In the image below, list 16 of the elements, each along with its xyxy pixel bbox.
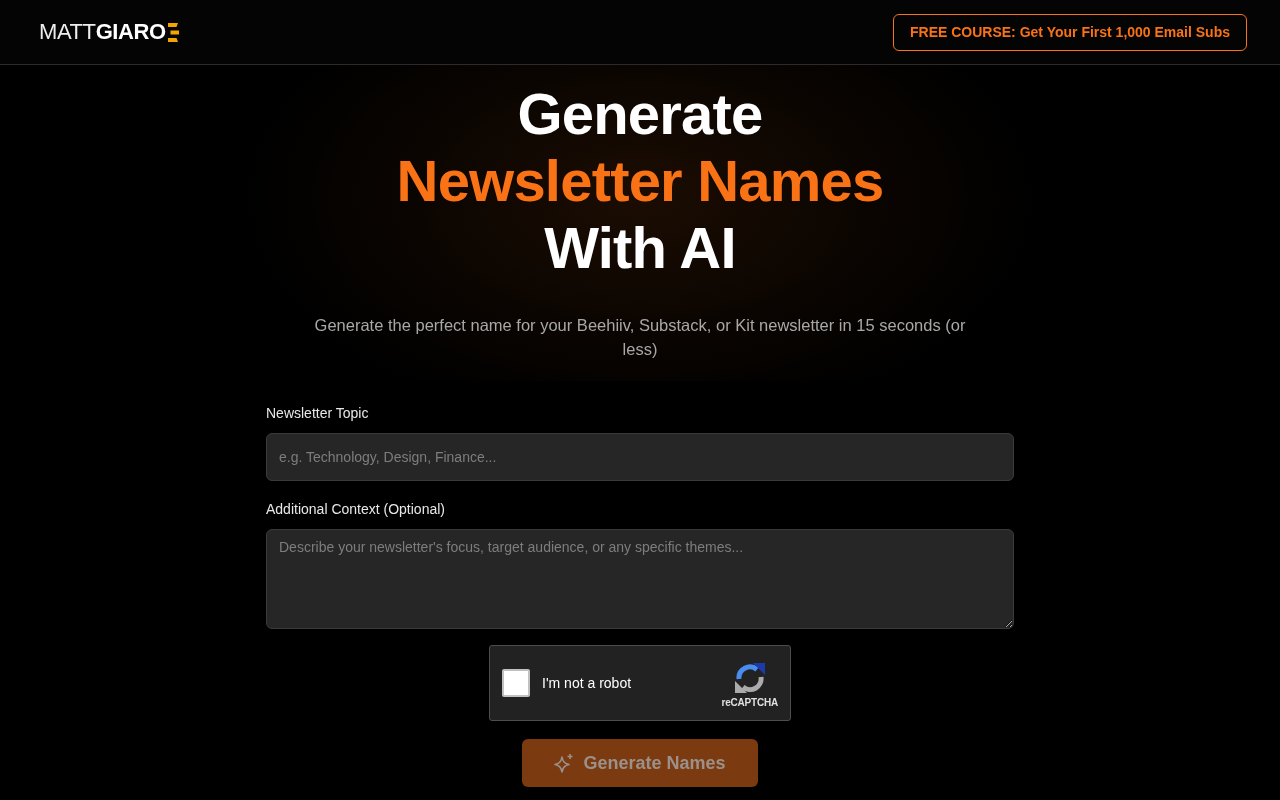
checkbox[interactable] <box>502 669 530 697</box>
free-course-button[interactable]: FREE COURSE: Get Your First 1,000 Email Subs <box>893 13 1247 51</box>
recaptcha-brand-text: reCAPTCHA <box>721 697 778 708</box>
logo-bars-icon <box>167 22 179 42</box>
headline-text: Generate <box>517 80 763 147</box>
hero-subtitle: Generate the perfect name for your Beehiiv, Substack, or Kit newsletter in 15 seconds (or less) <box>313 315 967 360</box>
field-label: Additional Context (Optional) <box>266 500 445 519</box>
captcha-label: I'm not a robot <box>542 675 632 691</box>
sparkle-icon <box>554 753 575 773</box>
headline-text: With AI <box>544 214 736 281</box>
headline-text: Newsletter Names <box>396 147 884 214</box>
context-text-area[interactable]: Describe your newsletter's focus, target audience, or any specific themes... <box>266 529 1014 629</box>
logo-wordmark: MATTGIARO <box>39 19 166 45</box>
field-label: Newsletter Topic <box>266 404 369 423</box>
topic-input-field[interactable]: e.g. Technology, Design, Finance... <box>266 433 1014 481</box>
recaptcha-logo-icon <box>733 662 766 694</box>
